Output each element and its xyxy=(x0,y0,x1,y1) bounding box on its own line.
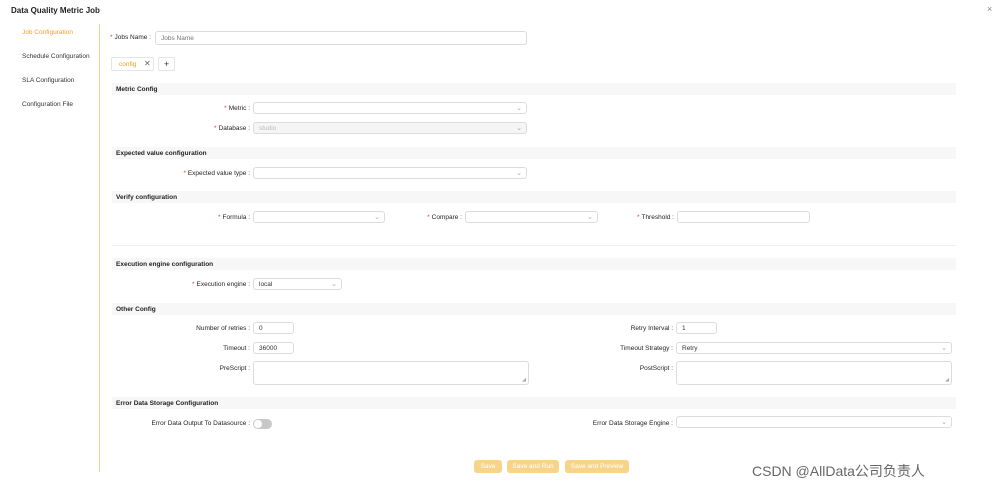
compare-label: * Compare : xyxy=(427,214,462,221)
retry-interval-input[interactable]: 1 xyxy=(676,322,717,334)
sidebar-item-sla-configuration[interactable]: SLA Configuration xyxy=(22,77,74,84)
section-error-storage xyxy=(112,397,956,409)
error-output-label: Error Data Output To Datasource : xyxy=(151,420,250,427)
section-title-other: Other Config xyxy=(116,306,156,313)
tab-config[interactable]: config ✕ xyxy=(111,57,154,71)
database-label: * Database : xyxy=(214,125,250,132)
sidebar-item-schedule-configuration[interactable]: Schedule Configuration xyxy=(22,53,90,60)
sidebar-item-job-configuration[interactable]: Job Configuration xyxy=(22,29,73,36)
timeout-strategy-select[interactable]: Retry ⌄ xyxy=(676,342,952,354)
chevron-down-icon: ⌄ xyxy=(941,419,947,426)
resize-handle-icon[interactable]: ◢ xyxy=(522,377,526,383)
expected-value-type-label: * Expected value type : xyxy=(183,170,250,177)
error-engine-label: Error Data Storage Engine : xyxy=(592,420,673,427)
tab-close-icon[interactable]: ✕ xyxy=(144,59,151,68)
section-title-error: Error Data Storage Configuration xyxy=(116,400,219,407)
section-title-engine: Execution engine configuration xyxy=(116,261,214,268)
formula-label: * Formula : xyxy=(218,214,250,221)
metric-label: * Metric : xyxy=(224,105,250,112)
chevron-down-icon: ⌄ xyxy=(587,214,593,221)
retries-input[interactable]: 0 xyxy=(253,322,294,334)
toggle-knob xyxy=(254,420,262,428)
sidebar-active-indicator xyxy=(99,24,100,472)
threshold-input[interactable] xyxy=(677,211,810,223)
save-and-run-button[interactable]: Save and Run xyxy=(507,460,559,473)
save-and-preview-button[interactable]: Save and Preview xyxy=(565,460,629,473)
threshold-label: * Threshold : xyxy=(636,214,674,221)
chevron-down-icon: ⌄ xyxy=(941,345,947,352)
jobs-name-input[interactable] xyxy=(155,31,527,45)
save-button[interactable]: Save xyxy=(474,460,502,473)
section-expected-value xyxy=(112,147,956,159)
section-verify xyxy=(112,191,956,203)
resize-handle-icon[interactable]: ◢ xyxy=(945,377,949,383)
compare-select[interactable]: ⌄ xyxy=(465,211,598,223)
prescript-textarea[interactable]: ◢ xyxy=(253,361,529,385)
timeout-input[interactable]: 36000 xyxy=(253,342,294,354)
error-engine-select[interactable]: ⌄ xyxy=(676,416,952,428)
formula-select[interactable]: ⌄ xyxy=(253,211,385,223)
chevron-down-icon: ⌄ xyxy=(374,214,380,221)
divider xyxy=(112,245,956,246)
chevron-down-icon: ⌄ xyxy=(516,170,522,177)
prescript-label: PreScript : xyxy=(219,365,250,372)
section-execution-engine xyxy=(112,258,956,270)
error-output-toggle[interactable] xyxy=(253,419,272,429)
execution-engine-label: * Execution engine : xyxy=(191,281,250,288)
postscript-textarea[interactable]: ◢ xyxy=(676,361,952,385)
sidebar-item-configuration-file[interactable]: Configuration File xyxy=(22,101,73,108)
watermark: CSDN @AllData公司负责人 xyxy=(752,463,925,479)
chevron-down-icon: ⌄ xyxy=(516,125,522,132)
timeout-strategy-label: Timeout Strategy : xyxy=(620,345,673,352)
retries-label: Number of retries : xyxy=(196,325,250,332)
section-title-verify: Verify configuration xyxy=(116,194,178,201)
database-select: studio ⌄ xyxy=(253,122,527,134)
retry-interval-label: Retry Interval : xyxy=(630,325,673,332)
section-title-expected: Expected value configuration xyxy=(116,150,207,157)
chevron-down-icon: ⌄ xyxy=(516,105,522,112)
chevron-down-icon: ⌄ xyxy=(331,281,337,288)
section-title-metric: Metric Config xyxy=(116,86,158,93)
execution-engine-select[interactable]: local ⌄ xyxy=(253,278,342,290)
timeout-label: Timeout : xyxy=(223,345,250,352)
close-icon[interactable]: × xyxy=(987,4,992,14)
metric-select[interactable]: ⌄ xyxy=(253,102,527,114)
section-other-config xyxy=(112,303,956,315)
add-tab-button[interactable]: + xyxy=(158,57,175,71)
jobs-name-label: * Jobs Name : xyxy=(109,34,151,41)
dialog-title: Data Quality Metric Job xyxy=(11,6,100,15)
expected-value-type-select[interactable]: ⌄ xyxy=(253,167,527,179)
section-metric-config xyxy=(112,83,956,95)
postscript-label: PostScript : xyxy=(639,365,673,372)
